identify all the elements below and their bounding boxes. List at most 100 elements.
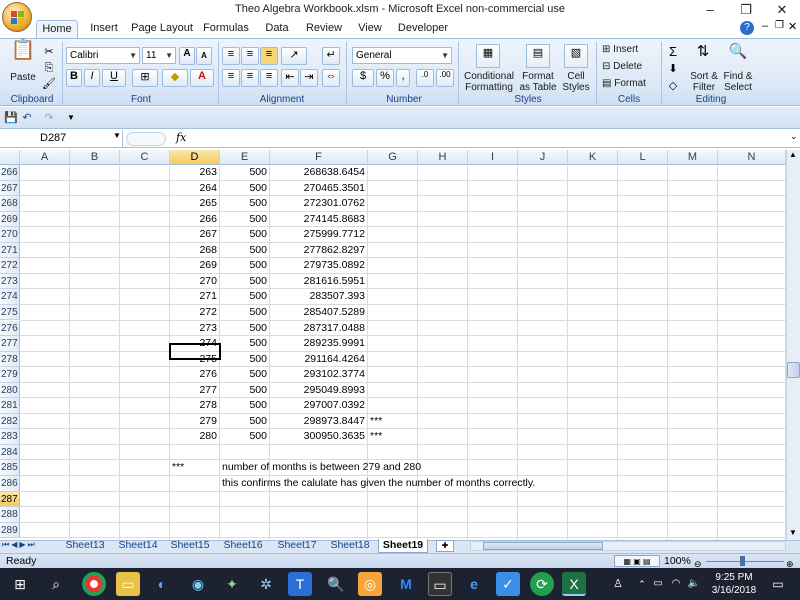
column-header-m[interactable]: M: [668, 150, 718, 165]
row-header-267[interactable]: 267: [0, 180, 20, 197]
cell-e268[interactable]: 500: [220, 196, 270, 211]
search-icon[interactable]: ⌕: [44, 572, 68, 596]
cell-g280[interactable]: [370, 383, 418, 398]
decrease-decimal-icon[interactable]: .00: [436, 69, 454, 87]
cell-d289[interactable]: [170, 523, 220, 538]
align-center-icon[interactable]: ≡: [241, 69, 259, 87]
column-header-e[interactable]: E: [220, 150, 270, 165]
cell-e276[interactable]: 500: [220, 321, 270, 336]
cell-g281[interactable]: [370, 398, 418, 413]
cell-e274[interactable]: 500: [220, 289, 270, 304]
find-select-icon[interactable]: 🔍: [727, 44, 749, 60]
cell-f275[interactable]: 285407.5289: [270, 305, 368, 320]
percent-icon[interactable]: %: [376, 69, 394, 87]
file-explorer-icon[interactable]: ▭: [116, 572, 140, 596]
cell-e285[interactable]: number of months is between 279 and 280: [222, 460, 421, 475]
cell-f267[interactable]: 270465.3501: [270, 181, 368, 196]
cell-g289[interactable]: [370, 523, 418, 538]
sheet-tab-sheet17[interactable]: Sheet17: [272, 539, 322, 553]
cell-g268[interactable]: [370, 196, 418, 211]
cell-g269[interactable]: [370, 212, 418, 227]
cell-f266[interactable]: 268638.6454: [270, 165, 368, 180]
cell-e270[interactable]: 500: [220, 227, 270, 242]
sheet-tab-sheet19[interactable]: Sheet19: [378, 539, 428, 553]
borders-button[interactable]: ⊞: [132, 69, 158, 87]
clear-icon[interactable]: ◇: [666, 78, 680, 94]
row-header-266[interactable]: 266: [0, 165, 20, 181]
sheet-nav-arrows-icon[interactable]: ⏮◀▶⏭: [2, 540, 37, 550]
fill-color-button[interactable]: ◆: [162, 69, 188, 87]
column-header-j[interactable]: J: [518, 150, 568, 165]
sheet-tab-sheet15[interactable]: Sheet15: [166, 539, 214, 553]
cell-f278[interactable]: 291164.4264: [270, 352, 368, 367]
copy-icon[interactable]: ⎘: [42, 60, 56, 76]
cell-f287[interactable]: [270, 492, 368, 507]
autosum-icon[interactable]: Σ: [666, 44, 680, 60]
currency-icon[interactable]: $: [352, 69, 374, 87]
redo-icon[interactable]: ↷: [42, 110, 56, 126]
cell-g282[interactable]: ***: [370, 414, 418, 429]
row-header-288[interactable]: 288: [0, 507, 20, 523]
font-name-combo[interactable]: Calibri ▼: [66, 47, 140, 64]
cell-d271[interactable]: 268: [170, 243, 220, 258]
cell-f282[interactable]: 298973.8447: [270, 414, 368, 429]
row-header-269[interactable]: 269: [0, 211, 20, 228]
format-cells-button[interactable]: ▤ Format: [602, 78, 660, 89]
cell-d274[interactable]: 271: [170, 289, 220, 304]
cell-d286[interactable]: [170, 476, 220, 491]
app-icon[interactable]: ✲: [254, 572, 278, 596]
cell-d266[interactable]: 263: [170, 165, 220, 180]
cell-f284[interactable]: [270, 445, 368, 460]
cell-f269[interactable]: 274145.8683: [270, 212, 368, 227]
restore-button[interactable]: ❐: [728, 0, 764, 20]
font-color-button[interactable]: A: [190, 69, 214, 87]
row-header-282[interactable]: 282: [0, 413, 20, 430]
cell-e286[interactable]: this confirms the calulate has given the…: [222, 476, 535, 491]
cell-d285[interactable]: ***: [172, 460, 184, 475]
scroll-thumb[interactable]: [787, 362, 800, 378]
cell-d272[interactable]: 269: [170, 258, 220, 273]
column-header-k[interactable]: K: [568, 150, 618, 165]
cell-g287[interactable]: [370, 492, 418, 507]
row-header-277[interactable]: 277: [0, 336, 20, 352]
format-as-table-icon[interactable]: ▤: [526, 44, 550, 68]
active-cell-outline[interactable]: [169, 343, 221, 360]
column-header-f[interactable]: F: [270, 150, 368, 165]
fill-icon[interactable]: ⬇: [666, 61, 680, 77]
cell-g274[interactable]: [370, 289, 418, 304]
cell-f276[interactable]: 287317.0488: [270, 321, 368, 336]
cell-e267[interactable]: 500: [220, 181, 270, 196]
decrease-indent-icon[interactable]: ⇤: [281, 69, 299, 87]
cell-g270[interactable]: [370, 227, 418, 242]
help-icon[interactable]: ?: [740, 21, 754, 35]
cell-d276[interactable]: 273: [170, 321, 220, 336]
cell-g284[interactable]: [370, 445, 418, 460]
cell-g275[interactable]: [370, 305, 418, 320]
wrap-text-icon[interactable]: ↵: [322, 47, 340, 65]
office-button[interactable]: [2, 2, 32, 32]
column-header-a[interactable]: A: [20, 150, 70, 165]
close-button[interactable]: ✕: [764, 0, 800, 20]
row-header-283[interactable]: 283: [0, 429, 20, 445]
comma-style-icon[interactable]: ,: [396, 69, 410, 87]
scroll-down-icon[interactable]: ▼: [789, 528, 797, 537]
cell-d279[interactable]: 276: [170, 367, 220, 382]
cell-d275[interactable]: 272: [170, 305, 220, 320]
cell-e277[interactable]: 500: [220, 336, 270, 351]
magnifier-icon[interactable]: 🔍: [324, 572, 348, 596]
cell-g271[interactable]: [370, 243, 418, 258]
row-header-273[interactable]: 273: [0, 273, 20, 290]
italic-button[interactable]: I: [84, 69, 100, 87]
malwarebytes-icon[interactable]: M: [394, 572, 418, 596]
row-header-286[interactable]: 286: [0, 476, 20, 492]
column-header-g[interactable]: G: [368, 150, 418, 165]
sheet-tab-sheet13[interactable]: Sheet13: [60, 539, 110, 553]
cell-g277[interactable]: [370, 336, 418, 351]
function-icon[interactable]: fx: [176, 131, 186, 144]
cell-f281[interactable]: 297007.0392: [270, 398, 368, 413]
cell-f274[interactable]: 283507.393: [270, 289, 368, 304]
cell-e272[interactable]: 500: [220, 258, 270, 273]
cell-e280[interactable]: 500: [220, 383, 270, 398]
align-middle-icon[interactable]: ≡: [241, 47, 259, 65]
column-header-n[interactable]: N: [718, 150, 786, 165]
